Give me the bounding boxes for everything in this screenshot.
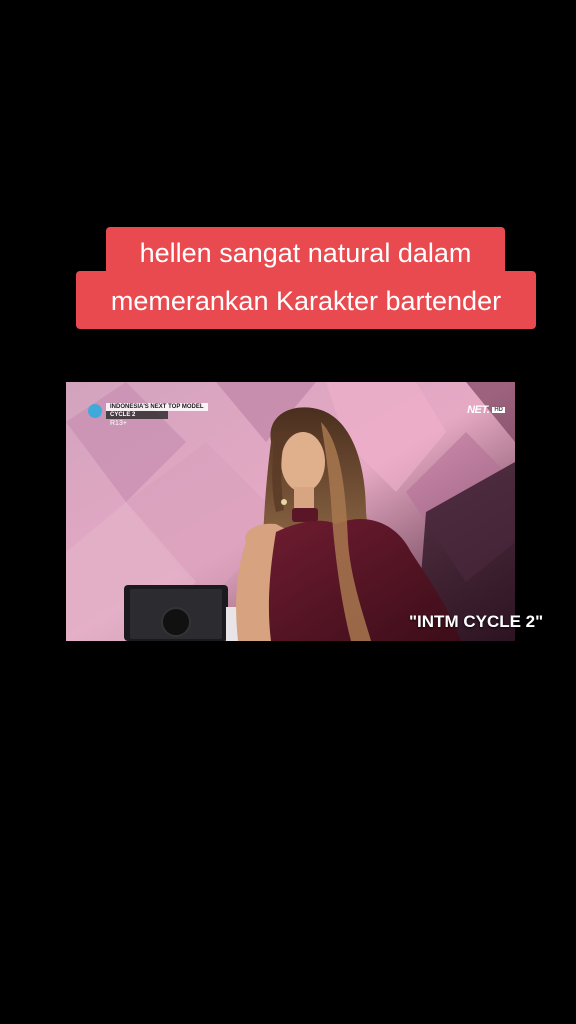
show-tag-title: INDONESIA'S NEXT TOP MODEL [106, 403, 208, 411]
show-tag-rating: R13+ [110, 420, 127, 427]
show-logo-icon [88, 404, 102, 418]
caption-line-2: memerankan Karakter bartender [76, 271, 536, 329]
caption-line-1: hellen sangat natural dalam [106, 227, 505, 277]
show-tag-cycle: CYCLE 2 [106, 411, 168, 419]
channel-logo: NET. HD [467, 404, 505, 416]
face [281, 432, 325, 492]
channel-logo-name: NET. [467, 404, 490, 416]
video-overlay-text: "INTM CYCLE 2" [409, 612, 544, 631]
channel-logo-hd-badge: HD [492, 407, 505, 413]
video-frame[interactable]: INDONESIA'S NEXT TOP MODEL CYCLE 2 R13+ … [66, 382, 515, 641]
show-tag: INDONESIA'S NEXT TOP MODEL CYCLE 2 R13+ [88, 403, 208, 427]
